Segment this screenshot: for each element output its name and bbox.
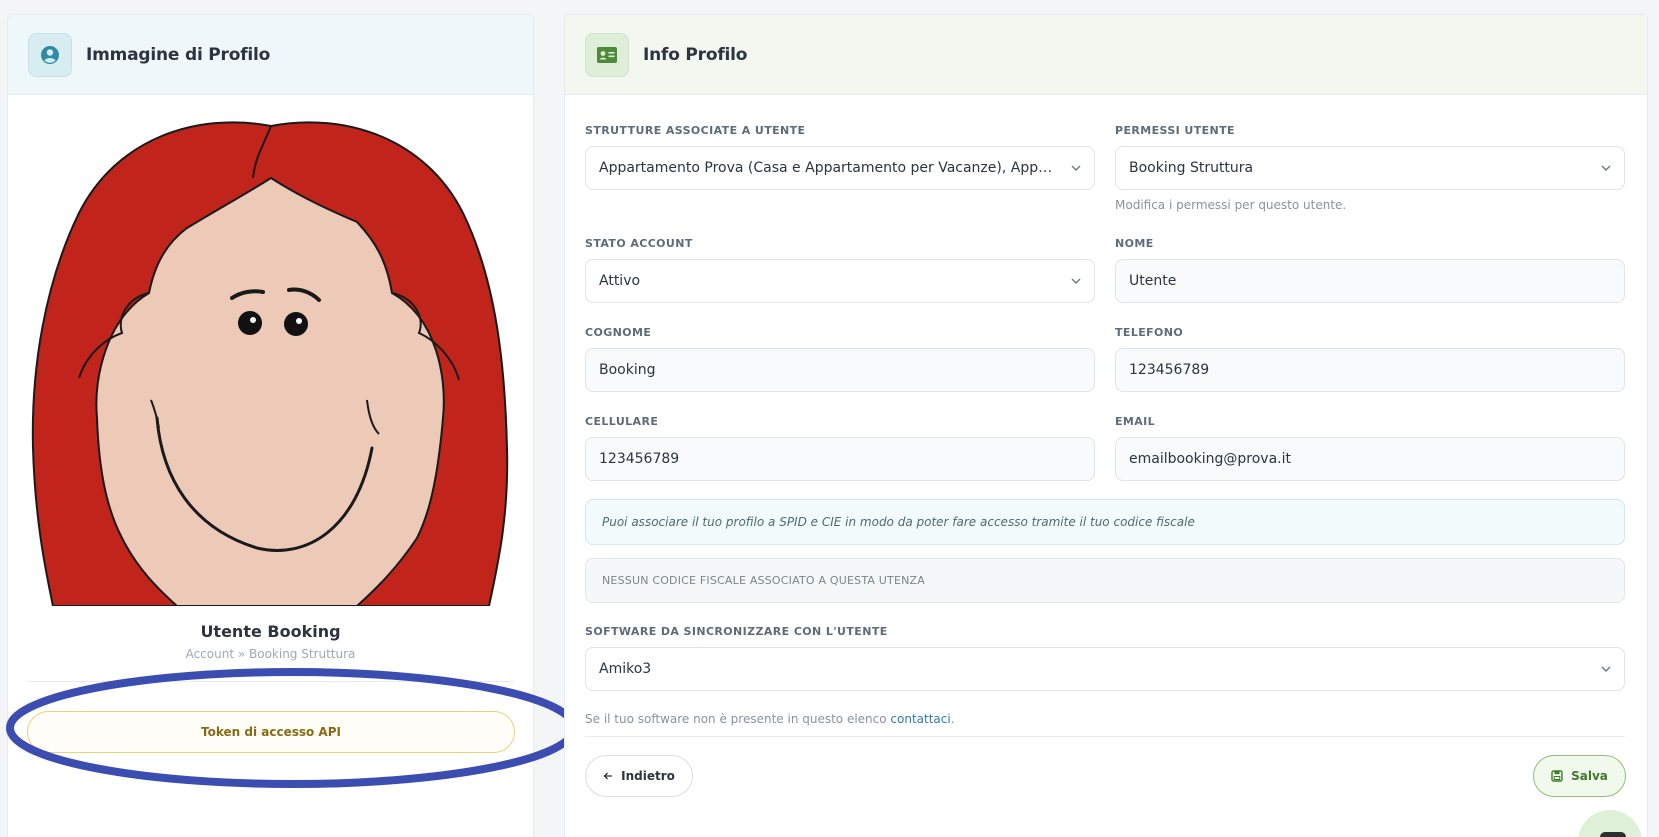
permessi-field: PERMESSI UTENTE Booking Struttura Modifi… — [1115, 124, 1625, 212]
save-button[interactable]: Salva — [1533, 755, 1626, 797]
telefono-label: TELEFONO — [1115, 326, 1184, 339]
software-field: SOFTWARE DA SINCRONIZZARE CON L'UTENTE A… — [585, 625, 1625, 726]
nome-value: Utente — [1129, 273, 1177, 289]
cellulare-value: 123456789 — [599, 451, 680, 467]
email-label: EMAIL — [1115, 415, 1156, 428]
chat-icon — [1600, 832, 1626, 837]
permessi-hint: Modifica i permessi per questo utente. — [1115, 198, 1347, 212]
avatar — [31, 121, 509, 606]
divider — [27, 681, 514, 682]
nome-field: NOME Utente — [1115, 237, 1625, 303]
email-input[interactable]: emailbooking@prova.it — [1115, 437, 1625, 481]
profile-image-card: Immagine di Profilo Utente Booking Accou… — [7, 14, 534, 837]
permessi-value: Booking Struttura — [1129, 160, 1254, 176]
software-value: Amiko3 — [599, 661, 652, 677]
chevron-down-icon — [1071, 278, 1081, 284]
stato-label: STATO ACCOUNT — [585, 237, 693, 250]
id-card-icon — [585, 32, 629, 77]
floppy-disk-icon — [1551, 770, 1563, 782]
profile-name: Utente Booking — [200, 622, 341, 641]
stato-value: Attivo — [599, 273, 641, 289]
divider — [585, 736, 1625, 737]
profile-image-title: Immagine di Profilo — [86, 44, 271, 65]
nome-label: NOME — [1115, 237, 1154, 250]
cognome-value: Booking — [599, 362, 656, 378]
strutture-label: STRUTTURE ASSOCIATE A UTENTE — [585, 124, 806, 137]
profile-role-breadcrumb: Account » Booking Struttura — [185, 647, 356, 661]
profile-info-header: Info Profilo — [565, 15, 1647, 95]
software-hint: Se il tuo software non è presente in que… — [585, 712, 955, 726]
email-field: EMAIL emailbooking@prova.it — [1115, 415, 1625, 481]
software-label: SOFTWARE DA SINCRONIZZARE CON L'UTENTE — [585, 625, 888, 638]
chevron-down-icon — [1601, 666, 1611, 672]
cellulare-input[interactable]: 123456789 — [585, 437, 1095, 481]
strutture-field: STRUTTURE ASSOCIATE A UTENTE Appartament… — [585, 124, 1095, 190]
api-token-button[interactable]: Token di accesso API — [27, 711, 515, 753]
cellulare-label: CELLULARE — [585, 415, 659, 428]
cognome-label: COGNOME — [585, 326, 652, 339]
software-hint-suffix: . — [950, 712, 955, 726]
email-value: emailbooking@prova.it — [1129, 451, 1291, 467]
permessi-select[interactable]: Booking Struttura — [1115, 146, 1625, 190]
arrow-left-icon — [603, 772, 613, 780]
spid-info-box: Puoi associare il tuo profilo a SPID e C… — [585, 499, 1625, 545]
save-label: Salva — [1571, 769, 1608, 783]
software-hint-prefix: Se il tuo software non è presente in que… — [585, 712, 891, 726]
stato-field: STATO ACCOUNT Attivo — [585, 237, 1095, 303]
permessi-label: PERMESSI UTENTE — [1115, 124, 1235, 137]
cognome-input[interactable]: Booking — [585, 348, 1095, 392]
strutture-value: Appartamento Prova (Casa e Appartamento … — [599, 160, 1054, 176]
profile-image-header: Immagine di Profilo — [8, 15, 533, 95]
nome-input[interactable]: Utente — [1115, 259, 1625, 303]
telefono-field: TELEFONO 123456789 — [1115, 326, 1625, 392]
back-label: Indietro — [621, 769, 675, 783]
profile-info-card: Info Profilo STRUTTURE ASSOCIATE A UTENT… — [564, 14, 1648, 837]
profile-info-title: Info Profilo — [643, 44, 748, 65]
telefono-input[interactable]: 123456789 — [1115, 348, 1625, 392]
chevron-down-icon — [1601, 165, 1611, 171]
codice-fiscale-box: NESSUN CODICE FISCALE ASSOCIATO A QUESTA… — [585, 558, 1625, 603]
cognome-field: COGNOME Booking — [585, 326, 1095, 392]
stato-select[interactable]: Attivo — [585, 259, 1095, 303]
telefono-value: 123456789 — [1129, 362, 1210, 378]
user-circle-icon — [28, 32, 72, 77]
back-button[interactable]: Indietro — [585, 755, 693, 797]
software-select[interactable]: Amiko3 — [585, 647, 1625, 691]
strutture-select[interactable]: Appartamento Prova (Casa e Appartamento … — [585, 146, 1095, 190]
chevron-down-icon — [1071, 165, 1081, 171]
contattaci-link[interactable]: contattaci — [890, 712, 950, 726]
cellulare-field: CELLULARE 123456789 — [585, 415, 1095, 481]
